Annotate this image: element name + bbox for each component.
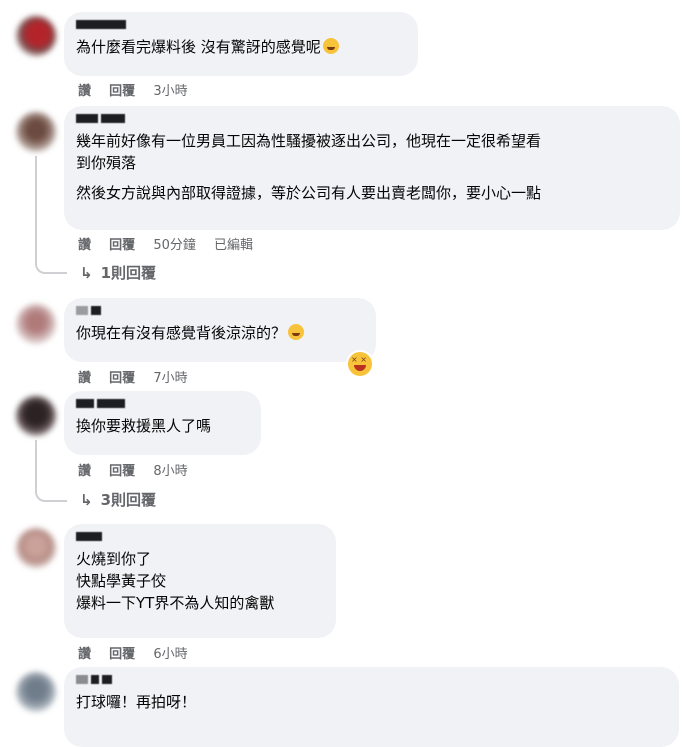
comment-bubble: 幾年前好像有一位男員工因為性騷擾被逐出公司，他現在一定很希望看 到你殞落 然後女… <box>64 106 680 230</box>
timestamp[interactable]: 6小時 <box>153 647 187 662</box>
comment-bubble: 打球囉！再拍呀！ <box>64 667 679 747</box>
reply-button[interactable]: 回覆 <box>109 371 135 386</box>
commenter-name-redacted[interactable] <box>76 114 668 126</box>
comment-text: 爆料一下YT界不為人知的禽獸 <box>76 594 275 612</box>
avatar[interactable] <box>16 672 56 712</box>
view-replies-link[interactable]: ↳ 3則回覆 <box>80 489 156 510</box>
commenter-name-redacted[interactable] <box>76 306 364 318</box>
avatar[interactable] <box>16 396 56 436</box>
comment-actions: 讚 回覆 8小時 <box>78 460 202 479</box>
reply-button[interactable]: 回覆 <box>109 464 135 479</box>
commenter-name-redacted[interactable] <box>76 399 249 411</box>
comment-text: 幾年前好像有一位男員工因為性騷擾被逐出公司，他現在一定很希望看 <box>76 132 542 150</box>
like-button[interactable]: 讚 <box>78 84 91 99</box>
view-replies-link[interactable]: ↳ 1則回覆 <box>80 262 156 283</box>
timestamp[interactable]: 3小時 <box>153 84 187 99</box>
reply-button[interactable]: 回覆 <box>109 238 135 253</box>
reply-button[interactable]: 回覆 <box>109 647 135 662</box>
comment-text: 打球囉！再拍呀！ <box>76 693 197 711</box>
avatar[interactable] <box>16 304 56 344</box>
comment-text: 換你要救援黑人了嗎 <box>76 417 212 435</box>
grinning-sweat-emoji-icon <box>322 38 339 54</box>
avatar[interactable] <box>16 528 56 568</box>
timestamp[interactable]: 7小時 <box>153 371 187 386</box>
like-button[interactable]: 讚 <box>78 238 91 253</box>
comment-text: 到你殞落 <box>76 154 137 172</box>
timestamp[interactable]: 50分鐘 <box>153 238 196 253</box>
commenter-name-redacted[interactable] <box>76 532 324 544</box>
avatar[interactable] <box>16 16 56 56</box>
thread-connector <box>35 440 67 502</box>
comment-actions: 讚 回覆 3小時 <box>78 80 202 99</box>
edited-label: 已編輯 <box>214 238 254 253</box>
comment-text: 你現在有沒有感覺背後涼涼的？ <box>76 322 364 344</box>
avatar[interactable] <box>16 112 56 152</box>
comment-text: 為什麼看完爆料後 沒有驚訝的感覺呢 <box>76 36 406 58</box>
comment-actions: 讚 回覆 50分鐘 已編輯 <box>78 234 267 253</box>
commenter-name-redacted[interactable] <box>76 20 406 32</box>
like-button[interactable]: 讚 <box>78 371 91 386</box>
comment-text: 快點學黃子佼 <box>76 572 167 590</box>
reply-arrow-icon: ↳ <box>80 491 93 509</box>
comment-bubble: 換你要救援黑人了嗎 <box>64 391 261 455</box>
comment-actions: 讚 回覆 6小時 <box>78 643 202 662</box>
reply-button[interactable]: 回覆 <box>109 84 135 99</box>
laughing-reaction-icon[interactable] <box>346 350 374 378</box>
comment-bubble: 為什麼看完爆料後 沒有驚訝的感覺呢 <box>64 12 418 76</box>
comment-text: 火燒到你了 <box>76 550 152 568</box>
timestamp[interactable]: 8小時 <box>153 464 187 479</box>
commenter-name-redacted[interactable] <box>76 675 667 687</box>
smiling-sweat-emoji-icon <box>288 324 305 340</box>
comment-text: 然後女方說與內部取得證據，等於公司有人要出賣老闆你，要小心一點 <box>76 184 542 202</box>
comment-bubble: 你現在有沒有感覺背後涼涼的？ <box>64 298 376 362</box>
reply-arrow-icon: ↳ <box>80 264 93 282</box>
thread-connector <box>35 156 67 274</box>
comment-actions: 讚 回覆 7小時 <box>78 367 202 386</box>
like-button[interactable]: 讚 <box>78 647 91 662</box>
like-button[interactable]: 讚 <box>78 464 91 479</box>
comment-bubble: 火燒到你了 快點學黃子佼 爆料一下YT界不為人知的禽獸 <box>64 524 336 638</box>
